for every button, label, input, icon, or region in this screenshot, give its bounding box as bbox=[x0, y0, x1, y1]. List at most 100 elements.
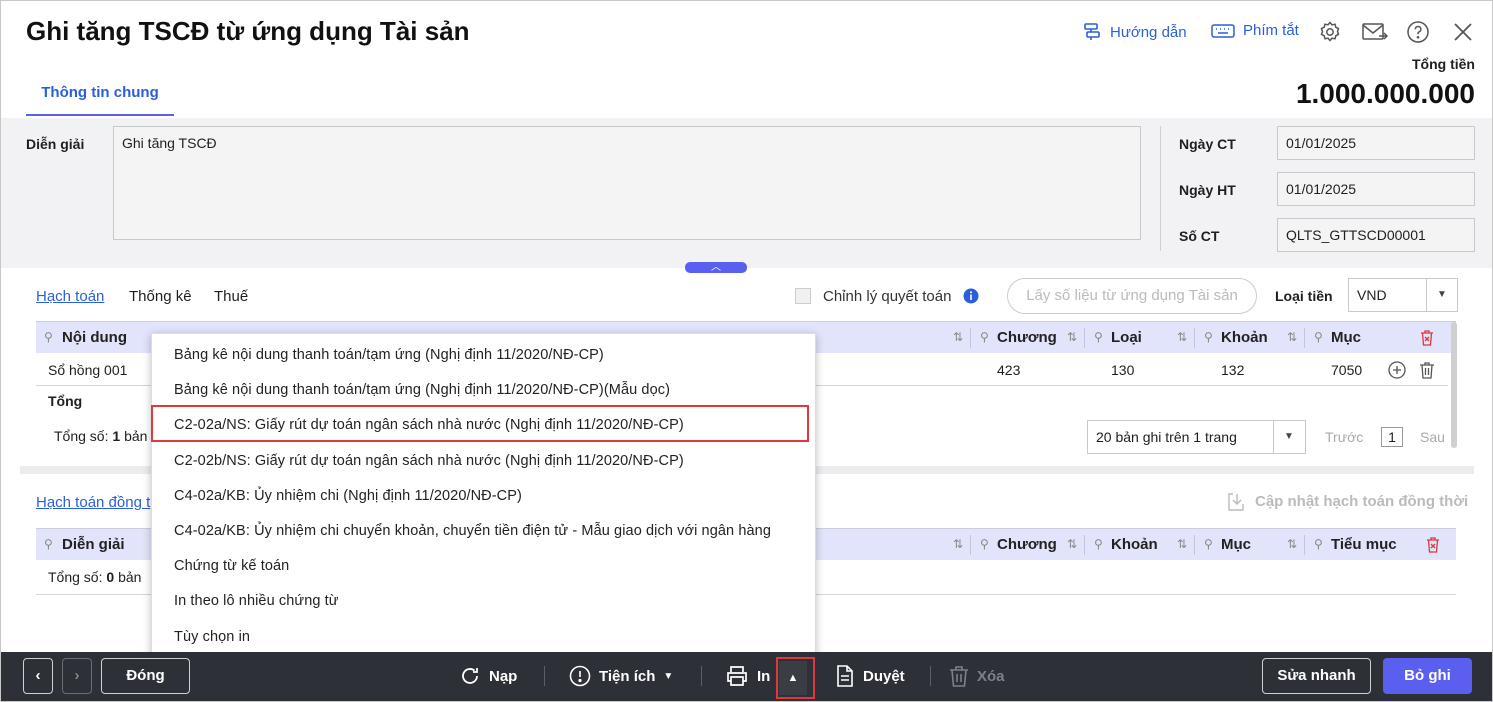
pin-icon: ⚲ bbox=[1314, 537, 1323, 551]
record-count: Tổng số: 1 bản bbox=[54, 428, 147, 444]
row-loai[interactable]: 130 bbox=[1111, 362, 1134, 378]
date-ct-label: Ngày CT bbox=[1179, 136, 1236, 152]
chevron-down-icon[interactable]: ▼ bbox=[1426, 279, 1457, 311]
col-loai[interactable]: Loại bbox=[1111, 322, 1142, 354]
print-menu-item[interactable]: Bảng kê nội dung thanh toán/tạm ứng (Ngh… bbox=[174, 382, 670, 398]
utilities-button[interactable]: Tiện ích ▼ bbox=[569, 662, 673, 690]
next-page-button[interactable]: Sau bbox=[1420, 429, 1445, 445]
unpost-button[interactable]: Bỏ ghi bbox=[1383, 658, 1472, 694]
col-separator bbox=[1194, 535, 1195, 555]
print-menu-item[interactable]: C2-02b/NS: Giấy rút dự toán ngân sách nh… bbox=[174, 453, 684, 469]
row-chuong[interactable]: 423 bbox=[997, 362, 1020, 378]
col-dien-giai[interactable]: Diễn giải bbox=[62, 529, 125, 561]
reload-icon bbox=[462, 668, 478, 684]
doc-no-field[interactable]: QLTS_GTTSCD00001 bbox=[1277, 218, 1475, 252]
description-field[interactable]: Ghi tăng TSCĐ bbox=[113, 126, 1141, 240]
tab-general-info[interactable]: Thông tin chung bbox=[26, 70, 174, 116]
trash-icon[interactable] bbox=[1419, 361, 1435, 379]
vertical-scrollbar[interactable] bbox=[1451, 322, 1457, 448]
utilities-label: Tiện ích bbox=[599, 667, 656, 685]
currency-label: Loại tiền bbox=[1275, 288, 1333, 304]
col-chuong[interactable]: Chương bbox=[997, 322, 1057, 354]
prev-record-button[interactable]: ‹ bbox=[23, 658, 53, 694]
sort-icon[interactable]: ⇅ bbox=[953, 322, 963, 353]
col-noi-dung[interactable]: Nội dung bbox=[62, 322, 127, 354]
record-count-2-label: Tổng số: bbox=[48, 569, 103, 585]
pin-icon: ⚲ bbox=[1314, 330, 1323, 344]
guide-label: Hướng dẫn bbox=[1110, 23, 1187, 41]
row-muc[interactable]: 7050 bbox=[1331, 362, 1362, 378]
subtab-thue[interactable]: Thuế bbox=[214, 288, 248, 305]
fetch-asset-data-button[interactable]: Lấy số liệu từ ứng dụng Tài sản bbox=[1007, 278, 1257, 314]
settlement-checkbox[interactable] bbox=[795, 288, 811, 304]
print-menu-item[interactable]: C4-02a/KB: Ủy nhiệm chi chuyển khoản, ch… bbox=[174, 523, 771, 539]
add-row-icon[interactable] bbox=[1388, 361, 1406, 379]
print-menu-item[interactable]: In theo lô nhiều chứng từ bbox=[174, 593, 339, 609]
prev-page-button[interactable]: Trước bbox=[1325, 429, 1363, 445]
record-count-2: Tổng số: 0 bản bbox=[48, 569, 141, 585]
guide-link[interactable]: Hướng dẫn bbox=[1082, 22, 1187, 42]
chevron-up-icon: ︿ bbox=[711, 262, 721, 273]
pin-icon: ⚲ bbox=[980, 537, 989, 551]
print-menu-item[interactable]: Bảng kê nội dung thanh toán/tạm ứng (Ngh… bbox=[174, 347, 604, 363]
date-ct-field[interactable]: 01/01/2025 bbox=[1277, 126, 1475, 160]
col-tieu-muc[interactable]: Tiểu mục bbox=[1331, 529, 1406, 561]
next-record-button[interactable]: › bbox=[62, 658, 92, 694]
pin-icon: ⚲ bbox=[1204, 330, 1213, 344]
row-noi-dung[interactable]: Sổ hồng 001 bbox=[48, 362, 127, 378]
delete-button[interactable]: Xóa bbox=[949, 662, 1005, 690]
date-ht-label: Ngày HT bbox=[1179, 182, 1236, 198]
date-ht-field[interactable]: 01/01/2025 bbox=[1277, 172, 1475, 206]
mail-forward-icon[interactable] bbox=[1361, 20, 1389, 44]
sort-icon[interactable]: ⇅ bbox=[953, 529, 963, 560]
col-separator bbox=[970, 535, 971, 555]
update-concurrent-button[interactable]: Cập nhật hạch toán đồng thời bbox=[1255, 493, 1468, 510]
delete-all-icon[interactable] bbox=[1426, 537, 1440, 553]
col-muc[interactable]: Mục bbox=[1221, 529, 1251, 561]
sort-icon[interactable]: ⇅ bbox=[1177, 529, 1187, 560]
print-menu-item[interactable]: Tùy chọn in bbox=[174, 629, 250, 645]
total-label: Tổng tiền bbox=[1412, 56, 1475, 72]
settlement-label: Chỉnh lý quyết toán bbox=[823, 288, 952, 305]
trash-icon bbox=[950, 666, 968, 687]
doc-no-label: Số CT bbox=[1179, 228, 1220, 244]
close-button[interactable]: Đóng bbox=[101, 658, 190, 694]
shortcut-link[interactable]: Phím tắt bbox=[1211, 22, 1299, 39]
col-khoan[interactable]: Khoản bbox=[1221, 322, 1268, 354]
sort-icon[interactable]: ⇅ bbox=[1067, 322, 1077, 353]
page-number[interactable]: 1 bbox=[1381, 427, 1403, 447]
sort-icon[interactable]: ⇅ bbox=[1287, 529, 1297, 560]
subtab-thong-ke[interactable]: Thống kê bbox=[129, 288, 192, 305]
record-count-suffix: bản bbox=[124, 428, 148, 444]
approve-button[interactable]: Duyệt bbox=[835, 662, 905, 690]
chevron-left-icon: ‹ bbox=[35, 667, 41, 684]
print-button[interactable]: In bbox=[725, 662, 770, 690]
subtab-hach-toan[interactable]: Hạch toán bbox=[36, 288, 104, 305]
close-icon[interactable] bbox=[1451, 20, 1475, 44]
printer-icon bbox=[727, 666, 747, 686]
gear-icon[interactable] bbox=[1318, 20, 1342, 44]
col-khoan[interactable]: Khoản bbox=[1111, 529, 1158, 561]
quick-edit-button[interactable]: Sửa nhanh bbox=[1262, 658, 1371, 694]
pin-icon: ⚲ bbox=[44, 537, 53, 551]
help-icon[interactable] bbox=[1406, 20, 1430, 44]
col-muc[interactable]: Mục bbox=[1331, 322, 1361, 354]
table2-title[interactable]: Hạch toán đồng t bbox=[36, 494, 150, 511]
row-khoan[interactable]: 132 bbox=[1221, 362, 1244, 378]
print-options-toggle[interactable]: ▲ bbox=[779, 661, 807, 695]
total-value: 1.000.000.000 bbox=[1295, 78, 1475, 109]
sort-icon[interactable]: ⇅ bbox=[1067, 529, 1077, 560]
chevron-down-icon[interactable]: ▼ bbox=[1273, 421, 1304, 453]
collapse-toggle[interactable]: ︿ bbox=[685, 262, 747, 273]
delete-all-icon[interactable] bbox=[1420, 330, 1434, 346]
form-divider bbox=[1160, 126, 1161, 251]
sort-icon[interactable]: ⇅ bbox=[1177, 322, 1187, 353]
print-menu-item[interactable]: C4-02a/KB: Ủy nhiệm chi (Nghị định 11/20… bbox=[174, 488, 522, 504]
record-count-2-suffix: bản bbox=[118, 569, 142, 585]
reload-button[interactable]: Nạp bbox=[459, 662, 517, 690]
document-icon bbox=[837, 665, 853, 687]
info-icon[interactable] bbox=[963, 288, 979, 304]
print-menu-item[interactable]: Chứng từ kế toán bbox=[174, 558, 289, 574]
col-chuong[interactable]: Chương bbox=[997, 529, 1057, 561]
sort-icon[interactable]: ⇅ bbox=[1287, 322, 1297, 353]
